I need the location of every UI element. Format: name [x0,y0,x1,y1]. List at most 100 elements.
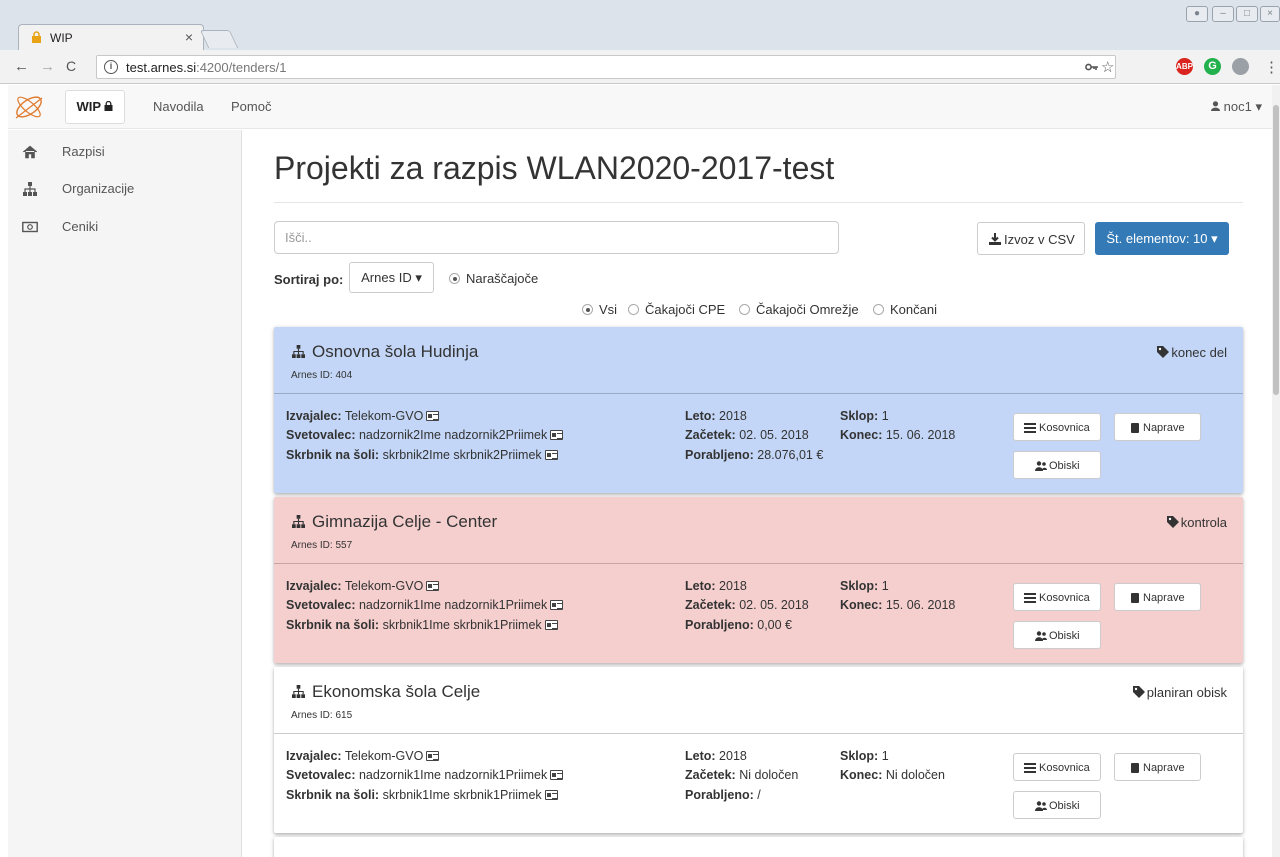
contact-card-icon[interactable] [544,790,558,800]
tag-icon [1166,516,1179,528]
obiski-button[interactable]: Obiski [1013,451,1101,479]
money-icon [22,221,38,233]
project-card: Gimnazija Celje - Center Arnes ID: 557 k… [274,497,1243,663]
users-icon [1035,461,1047,471]
extension-icon[interactable] [1232,58,1249,75]
device-icon [1131,763,1139,773]
device-icon [1131,423,1139,433]
contact-card-icon[interactable] [550,430,564,440]
scrollbar[interactable] [1272,85,1280,857]
lock-icon [32,31,41,43]
list-icon [1024,593,1036,603]
items-per-page-dropdown[interactable]: Št. elementov: 10 ▾ [1095,222,1229,255]
address-bar: ← → C i test.arnes.si:4200/tenders/1 ☆ A… [0,50,1280,84]
year-row: Leto: 2018 [685,749,747,763]
obiski-button[interactable]: Obiski [1013,791,1101,819]
reload-icon[interactable]: C [66,58,76,74]
list-icon [1024,763,1036,773]
maximize-icon[interactable]: □ [1236,6,1258,22]
sort-dropdown[interactable]: Arnes ID ▾ [349,262,434,293]
export-csv-button[interactable]: Izvoz v CSV [977,222,1085,255]
key-icon[interactable] [1085,62,1099,72]
advisor-row: Svetovalec: nadzornik1Ime nadzornik1Prii… [286,768,564,782]
info-icon[interactable]: i [104,60,118,74]
lot-row: Sklop: 1 [840,409,889,423]
arnes-id: Arnes ID: 404 [291,370,353,381]
home-icon [22,145,38,159]
arnes-id: Arnes ID: 557 [291,540,353,551]
kosovnica-button[interactable]: Kosovnica [1013,583,1101,611]
user-menu[interactable]: noc1 ▾ [1211,99,1262,115]
grammarly-icon[interactable]: G [1204,58,1221,75]
arnes-id: Arnes ID: 615 [291,710,353,721]
nav-link-navodila[interactable]: Navodila [153,99,204,114]
status-badge: kontrola [1166,515,1227,530]
custodian-row: Skrbnik na šoli: skrbnik1Ime skrbnik1Pri… [286,788,558,802]
tag-icon [1132,686,1145,698]
organization-name[interactable]: Ekonomska šola Celje [291,682,480,702]
star-icon[interactable]: ☆ [1101,58,1114,76]
close-window-icon[interactable]: × [1260,6,1280,22]
spent-row: Porabljeno: 0,00 € [685,618,793,632]
close-tab-icon[interactable]: × [185,29,193,45]
back-icon[interactable]: ← [14,58,29,75]
app-navbar: WIP Navodila Pomoč noc1 ▾ [8,85,1272,129]
contractor-row: Izvajalec: Telekom-GVO [286,409,440,423]
contact-card-icon[interactable] [544,620,558,630]
contact-card-icon[interactable] [550,770,564,780]
contact-card-icon[interactable] [426,581,440,591]
start-row: Začetek: Ni določen [685,768,799,782]
contact-card-icon[interactable] [550,600,564,610]
lock-icon [104,100,113,111]
card-divider [274,733,1243,734]
contact-card-icon[interactable] [426,411,440,421]
organization-name[interactable]: Gimnazija Celje - Center [291,512,497,532]
spent-row: Porabljeno: / [685,788,761,802]
profile-icon[interactable]: ● [1186,6,1208,22]
logo-icon[interactable] [12,90,46,124]
user-icon [1211,101,1221,111]
status-badge: konec del [1157,345,1227,360]
status-badge: planiran obisk [1132,685,1227,700]
spent-row: Porabljeno: 28.076,01 € [685,448,824,462]
wip-button[interactable]: WIP [65,90,125,124]
year-row: Leto: 2018 [685,409,747,423]
url-field[interactable]: i test.arnes.si:4200/tenders/1 ☆ [96,55,1116,79]
tag-icon [1157,346,1170,358]
end-row: Konec: 15. 06. 2018 [840,598,956,612]
advisor-row: Svetovalec: nadzornik2Ime nadzornik2Prii… [286,428,564,442]
users-icon [1035,631,1047,641]
browser-titlebar: WIP × ● – □ × [0,0,1280,50]
card-divider [274,563,1243,564]
card-divider [274,393,1243,394]
contact-card-icon[interactable] [426,751,440,761]
new-tab-button[interactable] [199,30,239,48]
project-card: Osnovna šola Hudinja Arnes ID: 404 konec… [274,327,1243,493]
contact-card-icon[interactable] [544,450,558,460]
title-divider [274,202,1243,203]
obiski-button[interactable]: Obiski [1013,621,1101,649]
contractor-row: Izvajalec: Telekom-GVO [286,749,440,763]
download-icon [989,233,1001,245]
end-row: Konec: 15. 06. 2018 [840,428,956,442]
advisor-row: Svetovalec: nadzornik1Ime nadzornik1Prii… [286,598,564,612]
kosovnica-button[interactable]: Kosovnica [1013,753,1101,781]
search-input[interactable] [274,221,839,254]
minimize-icon[interactable]: – [1212,6,1234,22]
start-row: Začetek: 02. 05. 2018 [685,428,809,442]
browser-tab[interactable]: WIP × [18,24,204,50]
sitemap-icon [23,182,37,196]
nav-link-pomoc[interactable]: Pomoč [231,99,271,114]
adblock-icon[interactable]: ABP [1176,58,1193,75]
forward-icon[interactable]: → [40,58,55,75]
kosovnica-button[interactable]: Kosovnica [1013,413,1101,441]
naprave-button[interactable]: Naprave [1114,413,1201,441]
year-row: Leto: 2018 [685,579,747,593]
menu-icon[interactable]: ⋮ [1264,58,1279,76]
naprave-button[interactable]: Naprave [1114,583,1201,611]
scrollbar-thumb[interactable] [1273,105,1279,395]
naprave-button[interactable]: Naprave [1114,753,1201,781]
project-card-partial [274,837,1243,857]
tab-title: WIP [50,31,73,45]
organization-name[interactable]: Osnovna šola Hudinja [291,342,478,362]
